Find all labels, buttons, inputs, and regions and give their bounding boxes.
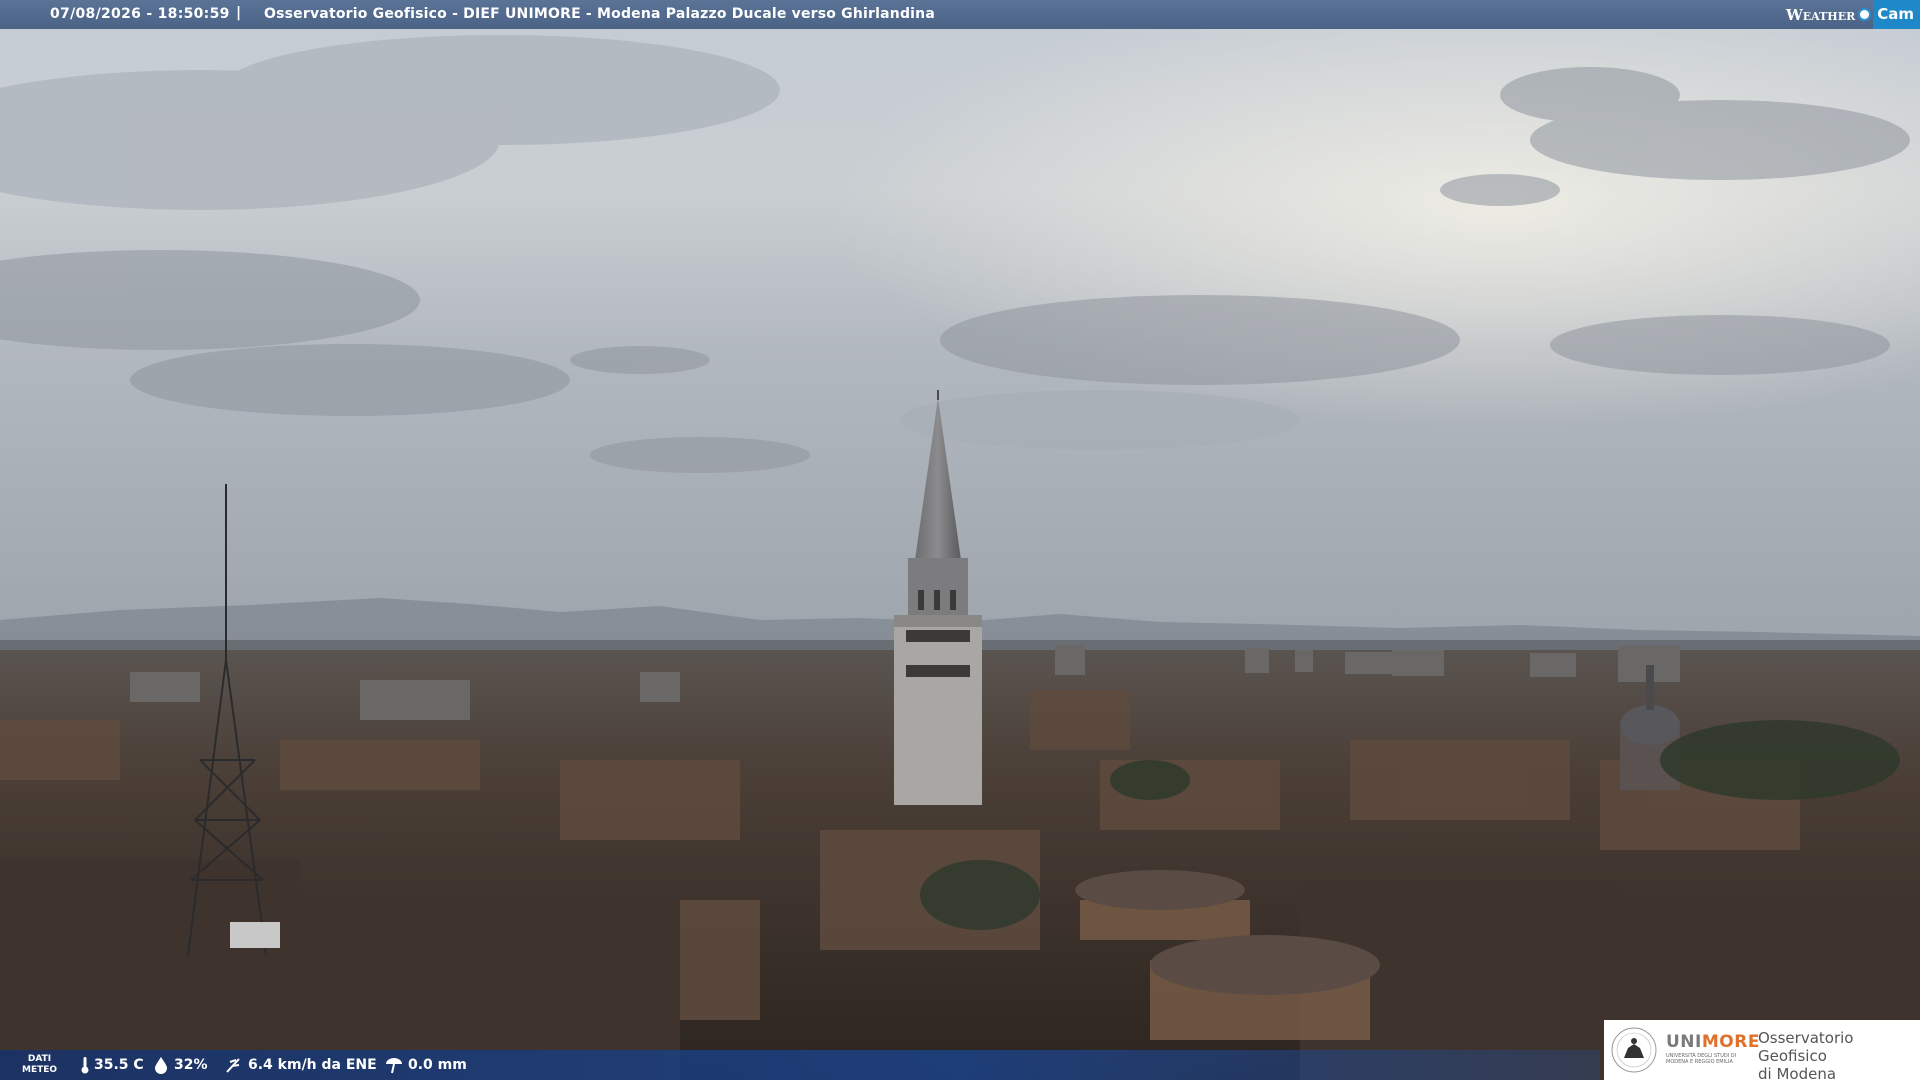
temperature-reading: 35.5 C: [80, 1056, 144, 1074]
dati-meteo-label: DATI METEO: [22, 1054, 58, 1075]
banner-separator: |: [236, 5, 242, 21]
city-scene: [0, 0, 1920, 1080]
unimore-subtitle: UNIVERSITÀ DEGLI STUDI DI MODENA E REGGI…: [1666, 1053, 1737, 1065]
wind-icon: [226, 1058, 240, 1073]
humidity-value: 32%: [174, 1057, 208, 1073]
wind-reading: 6.4 km/h da ENE: [224, 1056, 377, 1074]
weathercam-cam-text: Cam: [1873, 0, 1920, 29]
camera-lens-icon: [1858, 8, 1872, 21]
rain-gauge-icon: [386, 1058, 402, 1074]
timestamp: 07/08/2026 - 18:50:59: [50, 6, 230, 22]
unimore-logo: UNIMORE UNIVERSITÀ DEGLI STUDI DI MODENA…: [1604, 1020, 1920, 1080]
wind-value: 6.4 km/h da ENE: [248, 1057, 377, 1073]
unimore-seal-icon: [1611, 1027, 1657, 1073]
camera-caption: Osservatorio Geofisico - DIEF UNIMORE - …: [264, 6, 935, 22]
rain-reading: 0.0 mm: [384, 1056, 467, 1074]
weathercam-weather-text: Weather: [1785, 5, 1856, 24]
weather-data-bar: DATI METEO 35.5 C 32% 6.4 km/h da ENE 0.…: [0, 1050, 1600, 1080]
humidity-drop-icon: [155, 1057, 167, 1074]
thermometer-icon: [81, 1057, 89, 1074]
weathercam-logo: Weather Cam: [1786, 0, 1920, 29]
rain-value: 0.0 mm: [408, 1057, 467, 1073]
temperature-value: 35.5 C: [94, 1057, 144, 1073]
webcam-frame: 07/08/2026 - 18:50:59 | Osservatorio Geo…: [0, 0, 1920, 1080]
observatory-name: Osservatorio Geofisico di Modena: [1758, 1029, 1854, 1080]
top-banner: 07/08/2026 - 18:50:59 | Osservatorio Geo…: [0, 0, 1920, 29]
unimore-wordmark: UNIMORE: [1666, 1032, 1760, 1052]
humidity-reading: 32%: [152, 1056, 208, 1074]
